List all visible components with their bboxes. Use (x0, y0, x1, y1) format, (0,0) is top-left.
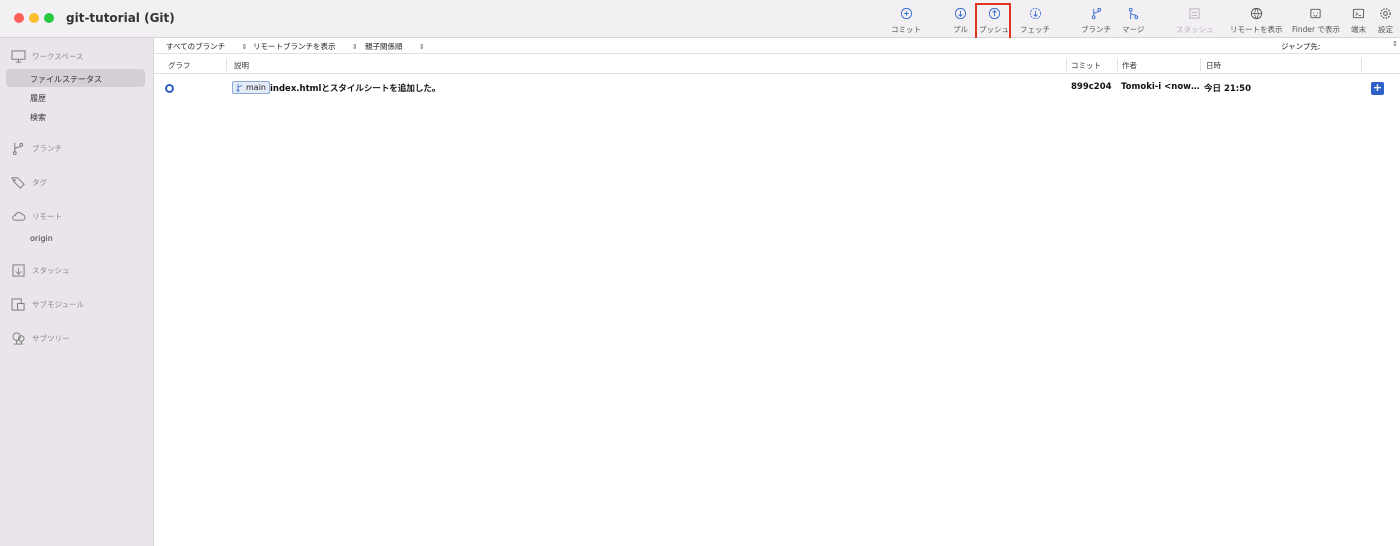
sidebar-section-workspace[interactable]: ワークスペース (10, 49, 83, 63)
sidebar-section-stashes[interactable]: スタッシュ (10, 263, 70, 277)
sidebar-section-label: リモート (32, 211, 62, 221)
minimize-window-button[interactable] (29, 13, 39, 23)
stash-button[interactable]: スタッシュ (1176, 6, 1214, 36)
finder-icon (1309, 6, 1323, 20)
sidebar-section-submodules[interactable]: サブモジュール (10, 297, 84, 311)
pull-label: プル (953, 25, 968, 34)
tree-icon (10, 331, 26, 345)
column-divider (1200, 58, 1201, 71)
branch-label: ブランチ (1081, 25, 1111, 34)
jump-to-chevron-icon[interactable]: ⇕ (1392, 39, 1398, 48)
show-in-finder-label: Finder で表示 (1292, 25, 1340, 34)
sidebar-section-label: サブツリー (32, 333, 70, 343)
sidebar-section-branches[interactable]: ブランチ (10, 141, 62, 155)
commit-date: 今日 21:50 (1204, 84, 1252, 94)
commit-button[interactable]: コミット (891, 6, 921, 36)
branch-tag: main (232, 81, 270, 94)
plus-circle-icon (899, 6, 913, 20)
submodule-icon (10, 297, 26, 311)
stash-icon (1188, 6, 1202, 20)
pull-button[interactable]: プル (953, 6, 968, 36)
branch-button[interactable]: ブランチ (1081, 6, 1111, 36)
sidebar-section-subtrees[interactable]: サブツリー (10, 331, 70, 345)
chevron-updown-icon: ⇕ (351, 43, 358, 51)
terminal-button[interactable]: 端末 (1351, 6, 1366, 36)
merge-icon (1126, 6, 1140, 20)
table-row[interactable]: main index.htmlとスタイルシートを追加した。 899c204 To… (154, 78, 1400, 98)
sidebar-section-tags[interactable]: タグ (10, 175, 47, 189)
column-commit[interactable]: コミット (1071, 60, 1101, 71)
chevron-updown-icon: ⇕ (241, 43, 248, 51)
fetch-button[interactable]: フェッチ (1020, 6, 1050, 36)
merge-label: マージ (1122, 25, 1145, 34)
stash-icon (10, 263, 26, 277)
column-divider (1361, 58, 1362, 71)
settings-label: 設定 (1378, 25, 1393, 34)
settings-button[interactable]: 設定 (1378, 6, 1393, 36)
sidebar-item-origin[interactable]: origin (30, 234, 53, 243)
commit-author: Tomoki-i <now… (1121, 82, 1200, 92)
stash-label: スタッシュ (1176, 25, 1214, 34)
push-highlight-box (975, 3, 1011, 41)
show-in-finder-button[interactable]: Finder で表示 (1292, 6, 1340, 36)
zoom-window-button[interactable] (44, 13, 54, 23)
cloud-icon (10, 209, 26, 223)
sidebar-section-remotes[interactable]: リモート (10, 209, 62, 223)
branch-icon (236, 84, 243, 92)
filter-bar: すべてのブランチ ⇕ リモートブランチを表示 ⇕ 親子関係順 ⇕ ジャンプ先: … (154, 38, 1400, 54)
fetch-label: フェッチ (1020, 25, 1050, 34)
close-window-button[interactable] (14, 13, 24, 23)
sidebar-item-file-status[interactable]: ファイルステータス (30, 74, 102, 85)
commit-label: コミット (891, 25, 921, 34)
sidebar-section-label: ワークスペース (32, 51, 84, 61)
merge-button[interactable]: マージ (1122, 6, 1144, 36)
order-filter-label: 親子関係順 (365, 42, 403, 51)
title-bar: git-tutorial (Git) コミット プル プッシュ フェッチ ブラン… (0, 0, 1400, 41)
add-icon[interactable]: + (1371, 82, 1384, 95)
fetch-circle-icon (1028, 6, 1042, 20)
chevron-updown-icon: ⇕ (418, 43, 425, 51)
column-divider (226, 58, 227, 71)
commit-graph-node (165, 84, 174, 93)
commit-hash: 899c204 (1071, 82, 1112, 92)
branch-icon (10, 141, 26, 155)
sidebar-section-label: サブモジュール (32, 299, 84, 309)
terminal-label: 端末 (1351, 25, 1366, 34)
sidebar-section-label: スタッシュ (32, 265, 70, 275)
sidebar-item-search[interactable]: 検索 (30, 112, 46, 123)
column-date[interactable]: 日時 (1206, 60, 1221, 71)
order-filter-select[interactable]: 親子関係順 ⇕ (365, 41, 425, 52)
arrow-down-circle-icon (954, 6, 968, 20)
sourcetree-window: git-tutorial (Git) コミット プル プッシュ フェッチ ブラン… (0, 0, 1400, 546)
monitor-icon (10, 49, 26, 63)
sidebar-section-label: ブランチ (32, 143, 62, 153)
column-divider (1117, 58, 1118, 71)
column-description[interactable]: 説明 (234, 60, 249, 71)
branch-tag-label: main (246, 83, 266, 92)
remote-filter-select[interactable]: リモートブランチを表示 ⇕ (253, 41, 358, 52)
sidebar-item-history[interactable]: 履歴 (30, 93, 46, 104)
column-graph[interactable]: グラフ (168, 60, 191, 71)
branch-icon (1089, 6, 1103, 20)
branches-filter-label: すべてのブランチ (166, 42, 226, 51)
jump-to-label: ジャンプ先: (1281, 42, 1321, 51)
show-remote-button[interactable]: リモートを表示 (1230, 6, 1283, 36)
tag-icon (10, 175, 26, 189)
window-title: git-tutorial (Git) (66, 11, 175, 25)
remote-filter-label: リモートブランチを表示 (253, 42, 336, 51)
column-divider (1066, 58, 1067, 71)
branches-filter-select[interactable]: すべてのブランチ ⇕ (166, 41, 247, 52)
commit-message: index.htmlとスタイルシートを追加した。 (270, 84, 441, 94)
terminal-icon (1352, 6, 1366, 20)
commit-list-header: グラフ 説明 コミット 作者 日時 (154, 55, 1400, 74)
sidebar: ワークスペース ファイルステータス 履歴 検索 ブランチ タグ リモート ori… (0, 38, 154, 546)
sidebar-section-label: タグ (32, 177, 47, 187)
jump-to-select[interactable]: ジャンプ先: (1281, 41, 1320, 52)
gear-icon (1379, 6, 1393, 20)
show-remote-label: リモートを表示 (1230, 25, 1283, 34)
globe-icon (1249, 6, 1263, 20)
column-author[interactable]: 作者 (1122, 60, 1137, 71)
